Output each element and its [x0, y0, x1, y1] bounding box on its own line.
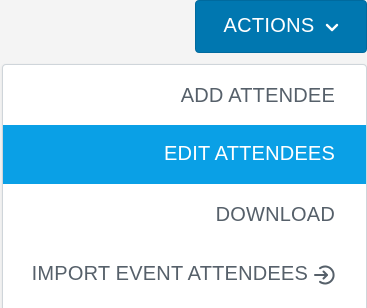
menu-item-label: EDIT ATTENDEES — [164, 143, 335, 165]
menu-item-label: ADD ATTENDEE — [180, 85, 335, 107]
actions-menu: ADD ATTENDEE EDIT ATTENDEES DOWNLOAD IMP… — [2, 64, 367, 308]
actions-button-label: ACTIONS — [223, 15, 315, 37]
menu-item-import-event-attendees[interactable]: IMPORT EVENT ATTENDEES — [3, 245, 366, 304]
menu-item-edit-attendees[interactable]: EDIT ATTENDEES — [3, 125, 366, 184]
actions-button[interactable]: ACTIONS — [195, 0, 367, 53]
actions-dropdown-screen: ACTIONS ADD ATTENDEE EDIT ATTENDEES DOWN… — [0, 0, 367, 308]
menu-item-add-attendee[interactable]: ADD ATTENDEE — [3, 67, 366, 126]
menu-item-label: DOWNLOAD — [215, 204, 335, 226]
import-arrow-circle-icon — [312, 263, 336, 287]
menu-item-label: IMPORT EVENT ATTENDEES — [31, 263, 308, 285]
menu-item-download[interactable]: DOWNLOAD — [3, 186, 366, 245]
chevron-down-icon — [325, 21, 339, 35]
